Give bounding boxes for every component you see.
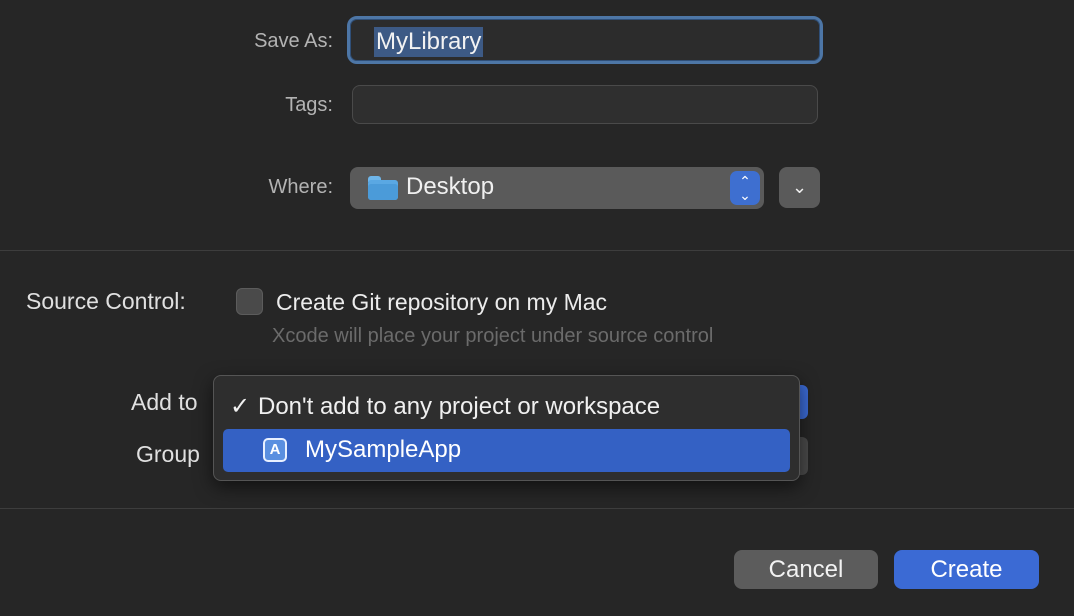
up-down-chevron-icon: ⌃ ⌄: [730, 171, 760, 205]
add-to-label: Add to: [131, 389, 198, 415]
menu-item-mysampleapp[interactable]: A MySampleApp: [223, 429, 790, 472]
menu-item-label: Don't add to any project or workspace: [258, 393, 661, 420]
save-as-value: MyLibrary: [374, 27, 484, 57]
folder-icon: [368, 176, 398, 200]
git-repo-checkbox[interactable]: [236, 288, 263, 315]
menu-item-label: MySampleApp: [305, 436, 462, 463]
tags-field[interactable]: [352, 85, 818, 124]
xcode-app-icon: A: [263, 438, 287, 462]
git-repo-checkbox-label[interactable]: Create Git repository on my Mac: [276, 289, 607, 316]
add-to-menu: ✓ Don't add to any project or workspace A…: [213, 375, 800, 481]
divider-top: [0, 250, 1074, 251]
menu-item-dont-add[interactable]: ✓ Don't add to any project or workspace: [230, 392, 660, 421]
divider-bottom: [0, 508, 1074, 509]
checkmark-icon: ✓: [230, 393, 251, 420]
where-label: Where:: [268, 176, 333, 198]
create-button[interactable]: Create: [894, 550, 1039, 589]
chevron-down-icon: ⌄: [791, 177, 808, 197]
expand-button[interactable]: ⌄: [779, 167, 820, 208]
save-as-field[interactable]: MyLibrary: [347, 16, 823, 64]
group-label: Group: [136, 441, 200, 467]
save-as-label: Save As:: [254, 30, 333, 52]
source-control-label: Source Control:: [26, 288, 186, 314]
tags-label: Tags:: [285, 94, 333, 116]
source-control-hint: Xcode will place your project under sour…: [272, 325, 714, 347]
cancel-button[interactable]: Cancel: [734, 550, 878, 589]
where-value: Desktop: [406, 173, 495, 200]
where-popup[interactable]: Desktop ⌃ ⌄: [350, 167, 764, 209]
